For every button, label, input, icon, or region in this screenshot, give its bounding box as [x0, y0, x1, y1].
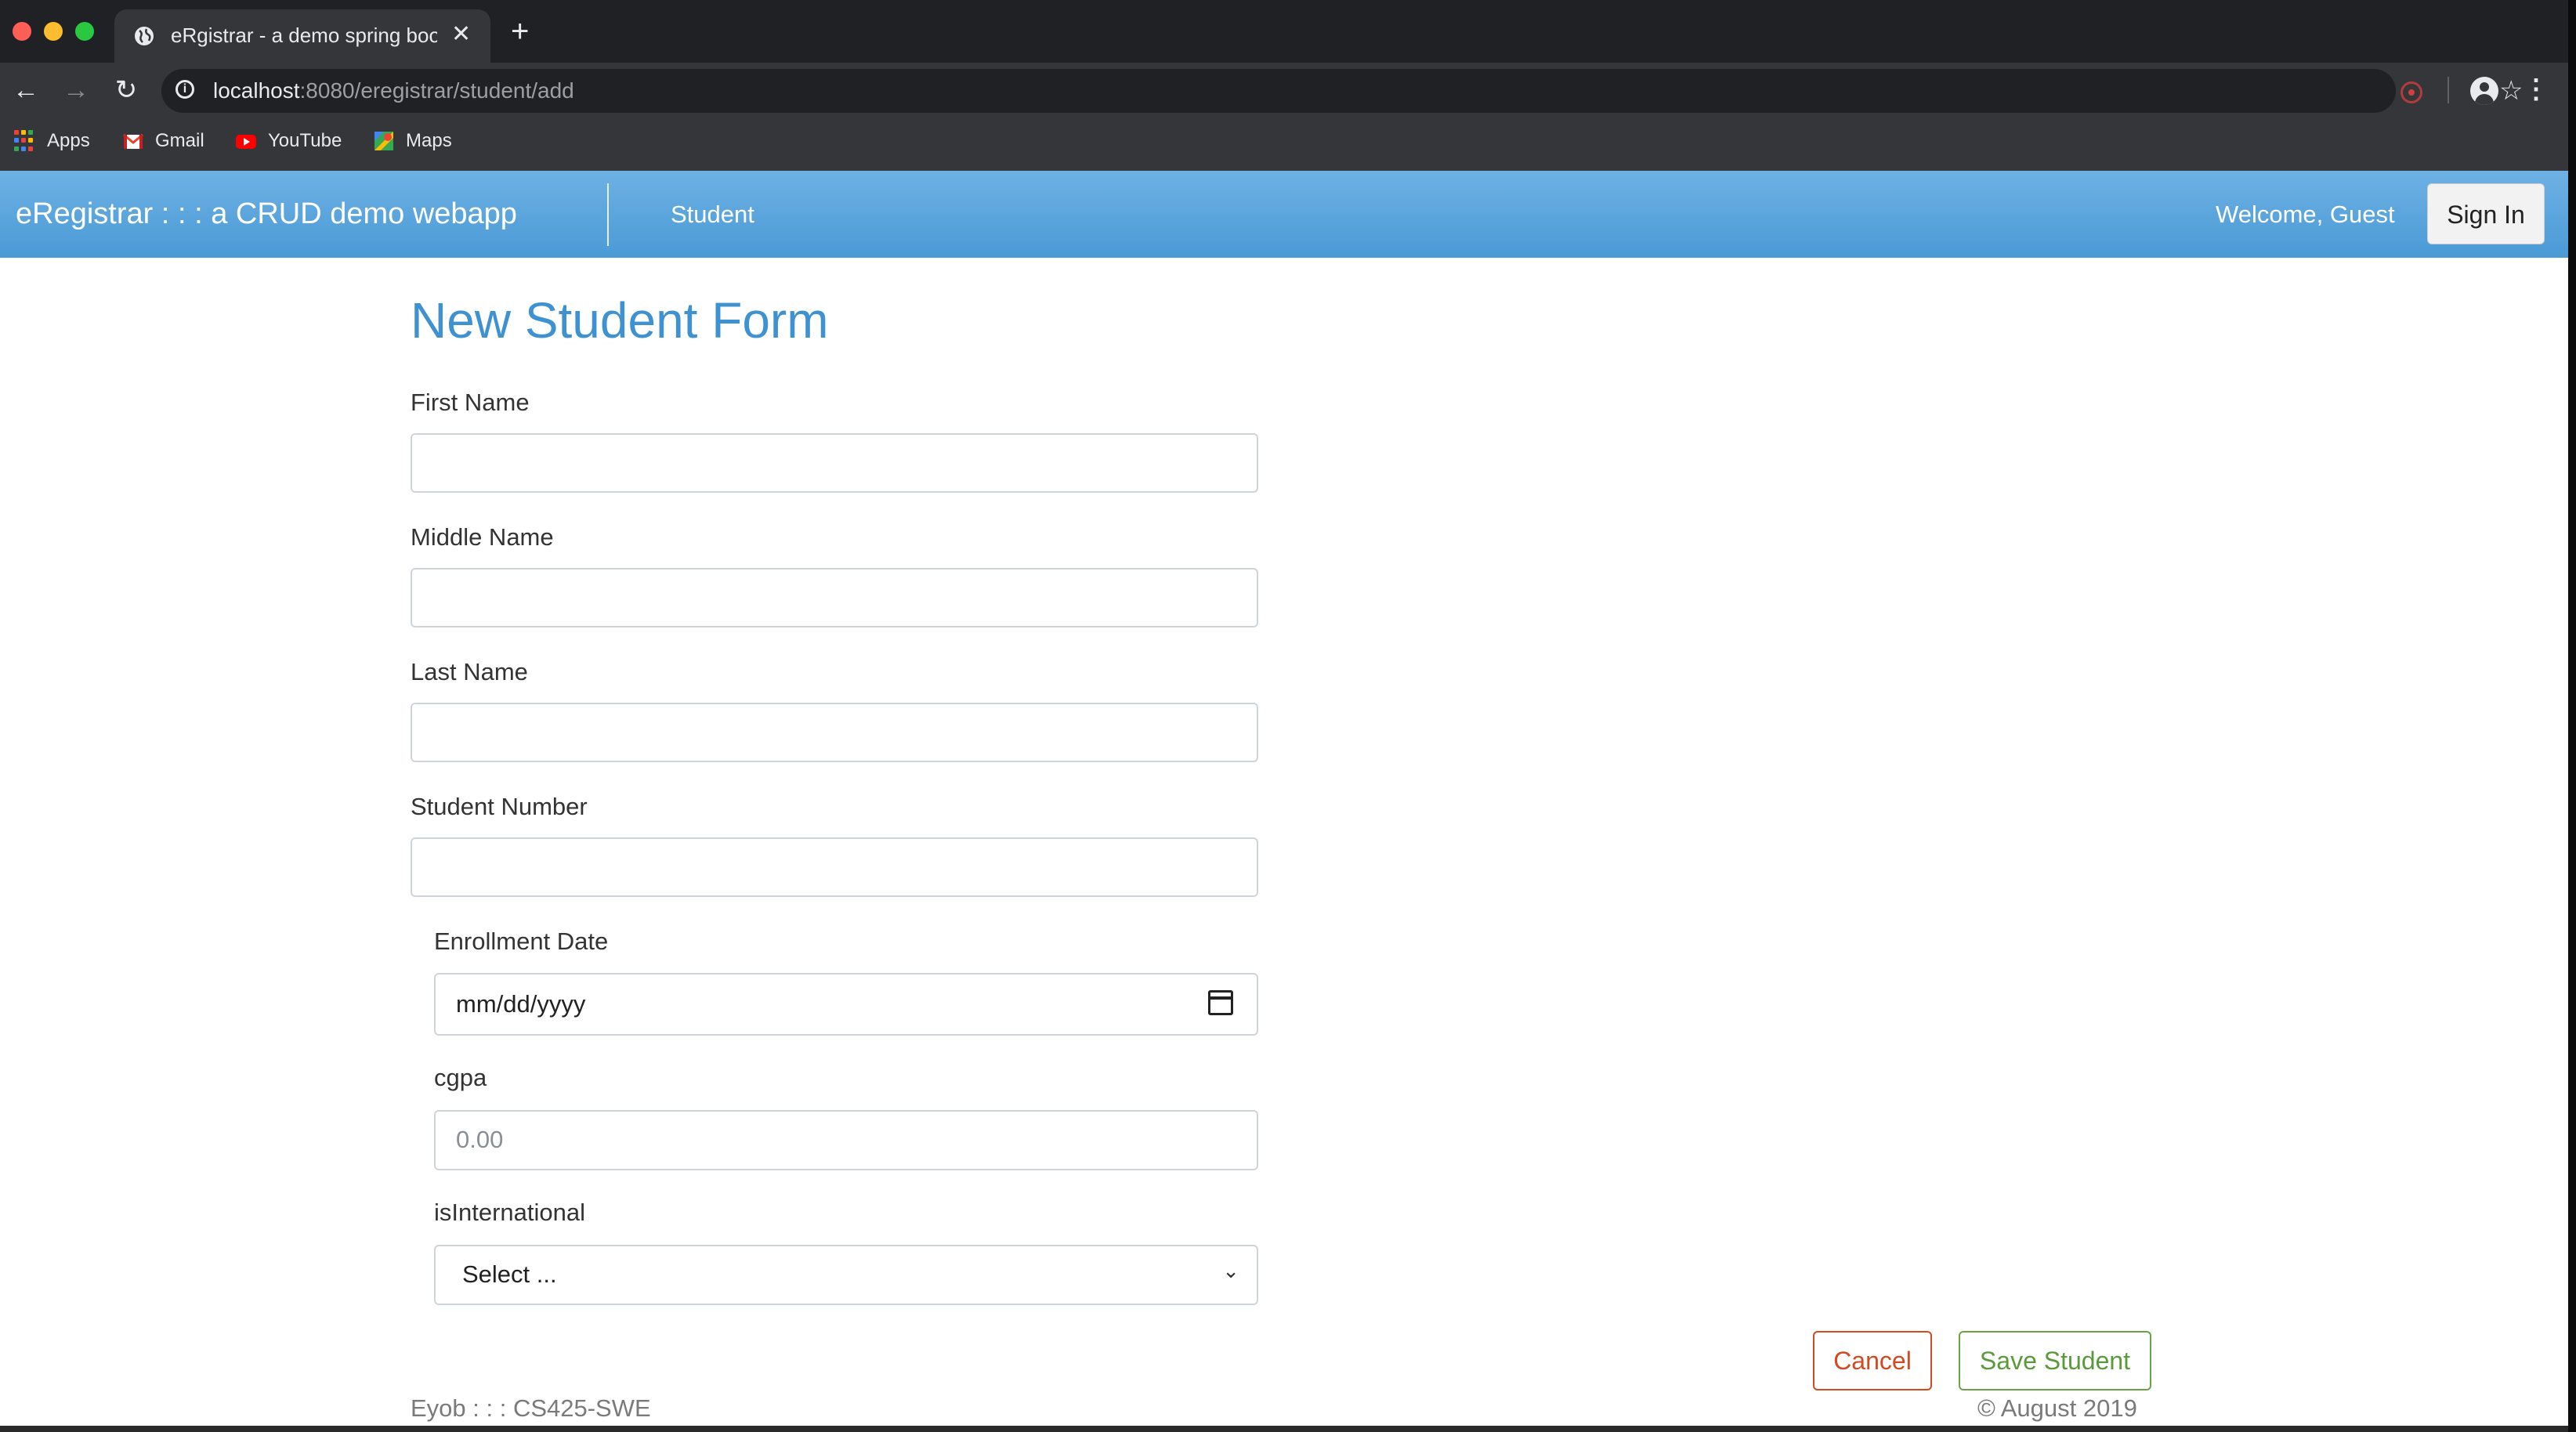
- bookmark-star-icon[interactable]: ☆: [2499, 77, 2523, 105]
- forward-arrow-icon[interactable]: →: [61, 75, 91, 105]
- middle-name-input[interactable]: [411, 568, 1258, 627]
- student-number-input[interactable]: [411, 837, 1258, 897]
- bookmark-apps[interactable]: Apps: [14, 127, 90, 155]
- date-placeholder: mm/dd/yyyy: [456, 990, 586, 1018]
- enrollment-date-label: Enrollment Date: [434, 928, 609, 955]
- browser-window: eRgistrar - a demo spring boot ✕ + ← → ↻…: [0, 0, 2568, 1432]
- navbar-divider: [607, 183, 609, 246]
- last-name-label: Last Name: [411, 658, 528, 685]
- first-name-input[interactable]: [411, 433, 1258, 493]
- browser-menu-icon[interactable]: ⋮: [2523, 74, 2549, 105]
- bookmark-maps[interactable]: Maps: [373, 127, 452, 155]
- window-right-edge: [2568, 0, 2576, 1432]
- browser-toolbar: ← → ↻ i localhost:8080/eregistrar/studen…: [0, 63, 2568, 118]
- maximize-window-button[interactable]: [75, 22, 94, 41]
- extension-icon[interactable]: [2401, 81, 2422, 103]
- bookmark-gmail[interactable]: Gmail: [122, 127, 204, 155]
- browser-titlebar: eRgistrar - a demo spring boot ✕ +: [0, 0, 2568, 63]
- last-name-input[interactable]: [411, 703, 1258, 762]
- page-title: New Student Form: [411, 292, 829, 349]
- enrollment-date-input[interactable]: mm/dd/yyyy: [434, 973, 1258, 1036]
- cgpa-placeholder: 0.00: [456, 1126, 504, 1153]
- save-student-button[interactable]: Save Student: [1959, 1331, 2151, 1390]
- nav-link-student[interactable]: Student: [671, 201, 754, 229]
- bookmarks-bar: Apps Gmail YouTube Maps: [0, 118, 2568, 172]
- url-path: :8080/eregistrar/student/add: [299, 78, 574, 103]
- chevron-down-icon: ⌄: [1222, 1259, 1239, 1282]
- footer-author: Eyob : : : CS425-SWE: [411, 1394, 651, 1422]
- back-arrow-icon[interactable]: ←: [11, 75, 41, 105]
- bookmark-label: Gmail: [155, 130, 204, 151]
- apps-grid-icon: [14, 130, 36, 152]
- student-number-label: Student Number: [411, 793, 588, 820]
- gmail-icon: [123, 133, 143, 149]
- calendar-icon[interactable]: [1208, 990, 1233, 1015]
- footer-copyright: © August 2019: [1977, 1394, 2137, 1422]
- youtube-icon: [236, 135, 256, 149]
- address-bar[interactable]: i localhost:8080/eregistrar/student/add …: [161, 69, 2523, 113]
- reload-icon[interactable]: ↻: [111, 75, 141, 105]
- international-label: isInternational: [434, 1199, 586, 1226]
- bookmark-label: YouTube: [268, 130, 342, 151]
- minimize-window-button[interactable]: [44, 22, 63, 41]
- close-window-button[interactable]: [13, 22, 31, 41]
- info-icon[interactable]: i: [175, 80, 194, 99]
- cancel-button[interactable]: Cancel: [1813, 1331, 1932, 1390]
- bookmark-label: Maps: [406, 130, 452, 151]
- cgpa-label: cgpa: [434, 1064, 487, 1091]
- app-navbar: eRegistrar : : : a CRUD demo webapp Stud…: [0, 171, 2568, 258]
- tab-close-icon[interactable]: ✕: [451, 20, 471, 49]
- brand-link[interactable]: eRegistrar : : : a CRUD demo webapp: [16, 197, 517, 231]
- browser-tab[interactable]: eRgistrar - a demo spring boot ✕: [114, 9, 490, 63]
- globe-icon: [135, 27, 154, 45]
- bookmark-youtube[interactable]: YouTube: [235, 127, 342, 155]
- international-select[interactable]: Select ... ⌄: [434, 1245, 1258, 1305]
- new-tab-button[interactable]: +: [511, 14, 529, 49]
- window-bottom-edge: [0, 1426, 2568, 1432]
- middle-name-label: Middle Name: [411, 523, 554, 551]
- url-host: localhost: [213, 78, 300, 103]
- select-value: Select ...: [462, 1260, 557, 1288]
- bookmark-label: Apps: [47, 130, 90, 151]
- welcome-text: Welcome, Guest: [2216, 201, 2395, 228]
- sign-in-button[interactable]: Sign In: [2427, 183, 2545, 244]
- url-text[interactable]: localhost:8080/eregistrar/student/add: [213, 78, 574, 103]
- profile-avatar-icon[interactable]: [2470, 77, 2498, 105]
- maps-icon: [374, 132, 393, 150]
- toolbar-divider: [2448, 77, 2449, 103]
- tab-title: eRgistrar - a demo spring boot: [171, 24, 437, 47]
- first-name-label: First Name: [411, 389, 530, 416]
- cgpa-input[interactable]: 0.00: [434, 1110, 1258, 1170]
